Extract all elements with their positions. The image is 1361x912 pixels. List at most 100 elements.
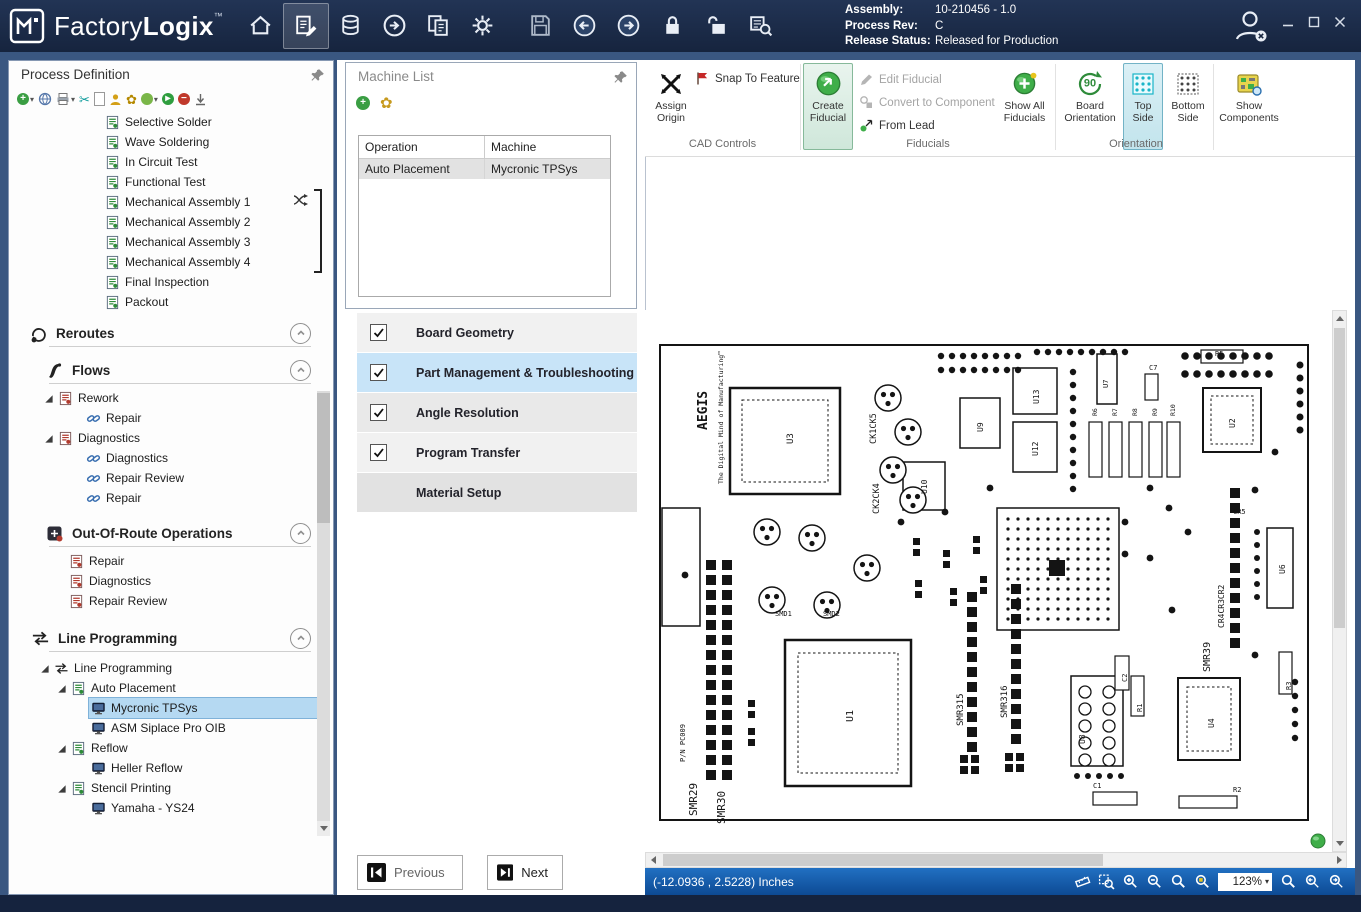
zoom-out-icon[interactable] bbox=[1146, 873, 1163, 890]
line-programming-section[interactable]: Line Programming bbox=[9, 625, 333, 651]
move-down-icon[interactable] bbox=[194, 90, 207, 108]
expander-icon[interactable] bbox=[39, 663, 50, 674]
scroll-down-button[interactable] bbox=[317, 821, 330, 836]
flows-item-repair[interactable]: Repair bbox=[9, 408, 333, 428]
show-all-fiducials-button[interactable]: Show All Fiducials bbox=[997, 63, 1052, 150]
scroll-up-button[interactable] bbox=[1333, 311, 1346, 326]
scroll-down-button[interactable] bbox=[1333, 836, 1346, 851]
expander-icon[interactable] bbox=[56, 683, 67, 694]
flows-item-repair-2[interactable]: Repair bbox=[9, 488, 333, 508]
cad-vertical-scrollbar[interactable] bbox=[1332, 310, 1347, 852]
scroll-left-button[interactable] bbox=[646, 853, 660, 867]
flows-item-diagnostics[interactable]: Diagnostics bbox=[9, 448, 333, 468]
cad-horizontal-scrollbar[interactable] bbox=[645, 852, 1347, 868]
tree-item-in-circuit-test[interactable]: In Circuit Test bbox=[105, 152, 333, 172]
scroll-right-button[interactable] bbox=[1332, 853, 1346, 867]
zoom-in-icon[interactable] bbox=[1122, 873, 1139, 890]
expander-icon[interactable] bbox=[56, 743, 67, 754]
tree-item-mechanical-assembly-4[interactable]: Mechanical Assembly 4 bbox=[105, 252, 333, 272]
maximize-button[interactable] bbox=[1301, 10, 1327, 34]
lp-item-asm-siplace[interactable]: ASM Siplace Pro OIB bbox=[9, 718, 333, 738]
out-of-route-section[interactable]: Out-Of-Route Operations bbox=[9, 520, 333, 546]
person-icon[interactable] bbox=[109, 90, 122, 108]
tree-item-wave-soldering[interactable]: Wave Soldering bbox=[105, 132, 333, 152]
lp-item-yamaha-ys24[interactable]: Yamaha - YS24 bbox=[9, 798, 333, 818]
previous-button[interactable]: Previous bbox=[357, 855, 463, 890]
pin-icon[interactable] bbox=[614, 70, 628, 84]
unlock-icon[interactable] bbox=[695, 3, 739, 47]
add-operation-icon[interactable]: +▾ bbox=[17, 90, 34, 108]
user-account-icon[interactable] bbox=[1231, 6, 1271, 46]
oor-item-repair-review[interactable]: Repair Review bbox=[9, 591, 333, 611]
oor-item-repair[interactable]: Repair bbox=[9, 551, 333, 571]
flows-item-diagnostics-parent[interactable]: Diagnostics bbox=[9, 428, 333, 448]
left-panel-scrollbar[interactable] bbox=[317, 391, 330, 836]
scrollbar-thumb[interactable] bbox=[663, 854, 1103, 866]
collapse-flows-button[interactable] bbox=[290, 360, 311, 381]
flower-icon[interactable]: ✿ bbox=[126, 90, 137, 108]
tree-item-mechanical-assembly-3[interactable]: Mechanical Assembly 3 bbox=[105, 232, 333, 252]
navigation-icon[interactable] bbox=[373, 3, 417, 47]
flows-item-rework[interactable]: Rework bbox=[9, 388, 333, 408]
fit-view-globe-button[interactable] bbox=[1310, 833, 1326, 849]
zoom-extents-icon[interactable] bbox=[1170, 873, 1187, 890]
paste-icon[interactable] bbox=[94, 90, 105, 108]
top-side-button[interactable]: Top Side bbox=[1123, 63, 1163, 150]
from-lead-button[interactable]: From Lead bbox=[859, 115, 935, 136]
expander-icon[interactable] bbox=[56, 783, 67, 794]
forward-icon[interactable] bbox=[607, 3, 651, 47]
collapse-reroutes-button[interactable] bbox=[290, 323, 311, 344]
leaf-icon[interactable]: ▾ bbox=[141, 90, 158, 108]
machine-settings-icon[interactable]: ✿ bbox=[380, 94, 393, 112]
lock-icon[interactable] bbox=[651, 3, 695, 47]
step-board-geometry[interactable]: Board Geometry bbox=[357, 313, 637, 352]
collapse-out-of-route-button[interactable] bbox=[290, 523, 311, 544]
zoom-selected-icon[interactable] bbox=[1194, 873, 1211, 890]
back-icon[interactable] bbox=[563, 3, 607, 47]
step-part-management[interactable]: Part Management & Troubleshooting bbox=[357, 353, 637, 392]
lp-item-reflow[interactable]: Reflow bbox=[9, 738, 333, 758]
lp-item-line-programming[interactable]: Line Programming bbox=[9, 658, 333, 678]
checkbox-checked[interactable] bbox=[370, 364, 387, 381]
tree-item-selective-solder[interactable]: Selective Solder bbox=[105, 112, 333, 132]
convert-to-component-button[interactable]: Convert to Component bbox=[859, 92, 995, 113]
show-components-button[interactable]: Show Components bbox=[1217, 63, 1281, 150]
swap-operations-icon[interactable] bbox=[293, 193, 309, 207]
zoom-previous-icon[interactable] bbox=[1304, 873, 1321, 890]
assign-origin-button[interactable]: Assign Origin bbox=[647, 63, 695, 150]
zoom-level-select[interactable]: 123%▾ bbox=[1218, 873, 1272, 891]
tree-item-final-inspection[interactable]: Final Inspection bbox=[105, 272, 333, 292]
lp-item-heller-reflow[interactable]: Heller Reflow bbox=[9, 758, 333, 778]
home-icon[interactable] bbox=[239, 3, 283, 47]
tree-item-functional-test[interactable]: Functional Test bbox=[105, 172, 333, 192]
reroutes-section[interactable]: Reroutes bbox=[9, 320, 333, 346]
process-definition-icon[interactable] bbox=[283, 3, 329, 49]
lp-item-auto-placement[interactable]: Auto Placement bbox=[9, 678, 333, 698]
column-operation[interactable]: Operation bbox=[359, 136, 485, 158]
go-icon[interactable]: ▸ bbox=[162, 90, 174, 108]
tree-item-mechanical-assembly-2[interactable]: Mechanical Assembly 2 bbox=[105, 212, 333, 232]
scrollbar-thumb[interactable] bbox=[317, 393, 330, 523]
flows-item-repair-review[interactable]: Repair Review bbox=[9, 468, 333, 488]
checkbox-checked[interactable] bbox=[370, 324, 387, 341]
zoom-next-icon[interactable] bbox=[1328, 873, 1345, 890]
edit-fiducial-button[interactable]: Edit Fiducial bbox=[859, 69, 942, 90]
bottom-side-button[interactable]: Bottom Side bbox=[1165, 63, 1211, 150]
create-fiducial-button[interactable]: Create Fiducial bbox=[803, 63, 853, 150]
collapse-line-programming-button[interactable] bbox=[290, 628, 311, 649]
tree-item-packout[interactable]: Packout bbox=[105, 292, 333, 312]
scissors-icon[interactable]: ✂ bbox=[79, 90, 90, 108]
checkbox-checked[interactable] bbox=[370, 444, 387, 461]
lp-item-mycronic-tpsys[interactable]: Mycronic TPSys bbox=[9, 698, 333, 718]
column-machine[interactable]: Machine bbox=[485, 136, 610, 158]
expander-icon[interactable] bbox=[43, 393, 54, 404]
measure-icon[interactable] bbox=[1074, 873, 1091, 890]
pin-icon[interactable] bbox=[311, 68, 325, 82]
link-globe-icon[interactable] bbox=[38, 90, 52, 108]
board-orientation-button[interactable]: 90 Board Orientation bbox=[1061, 63, 1119, 150]
materials-database-icon[interactable] bbox=[329, 3, 373, 47]
zoom-window-icon[interactable] bbox=[1098, 873, 1115, 890]
snap-to-feature-button[interactable]: Snap To Feature bbox=[695, 68, 800, 89]
step-material-setup[interactable]: Material Setup bbox=[357, 473, 637, 512]
machine-table-row[interactable]: Auto Placement Mycronic TPSys bbox=[359, 159, 610, 179]
